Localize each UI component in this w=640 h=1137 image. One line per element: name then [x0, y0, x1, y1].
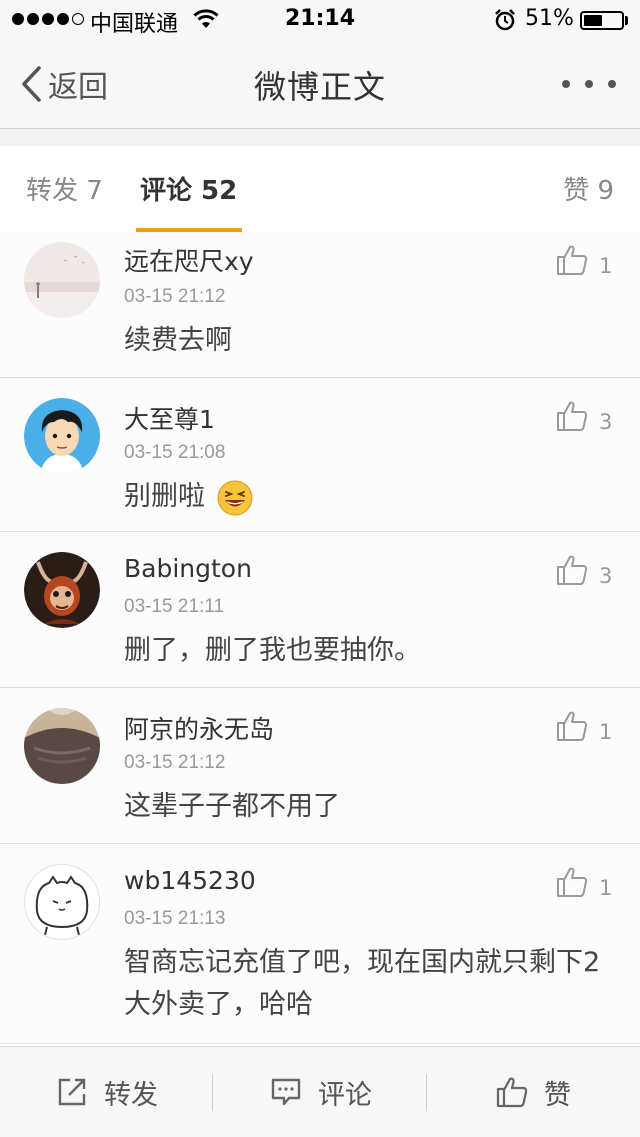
comment-time: 03-15 21:11 — [124, 596, 225, 617]
comment-text-content: 别删啦 — [124, 481, 205, 512]
more-dot-icon — [608, 80, 616, 88]
tab-repost[interactable]: 转发 7 — [26, 170, 103, 207]
comment-button[interactable]: 评论 — [270, 1047, 372, 1137]
share-icon — [58, 1078, 86, 1106]
thumbs-up-icon — [557, 867, 588, 897]
comment-bubble-icon — [271, 1078, 301, 1106]
toolbar-divider — [212, 1074, 213, 1111]
back-button[interactable]: 返回 — [20, 60, 108, 108]
comment-text: 这辈子子都不用了 — [124, 791, 340, 822]
comment-text: 智商忘记充值了吧，现在国内就只剩下2大外卖了，哈哈 — [124, 947, 601, 1020]
comment-like-button[interactable]: 1 — [556, 244, 620, 284]
chevron-left-icon — [22, 66, 41, 102]
repost-button[interactable]: 转发 — [56, 1047, 158, 1137]
comment-like-button[interactable]: 1 — [556, 866, 620, 906]
avatar[interactable] — [24, 242, 100, 318]
comment-like-count: 1 — [599, 876, 613, 900]
comment-text: 别删啦 — [124, 476, 610, 518]
comment-item[interactable]: 大至尊1 03-15 21:08 别删啦 3 — [0, 378, 640, 532]
comment-list: 远在咫尺xy 03-15 21:12 续费去啊 1 大至尊1 03-15 21:… — [0, 232, 640, 1044]
like-label: 赞 — [544, 1079, 571, 1111]
comment-username[interactable]: wb145230 — [124, 866, 256, 895]
comment-time: 03-15 21:12 — [124, 752, 226, 773]
repost-label: 转发 — [104, 1079, 158, 1111]
more-dot-icon — [562, 80, 570, 88]
comment-like-count: 1 — [599, 720, 613, 744]
thumbs-up-icon — [557, 555, 588, 585]
alarm-clock-icon — [494, 9, 516, 35]
navigation-bar: 返回 微博正文 — [0, 40, 640, 129]
status-bar: 中国联通 21:14 51% — [0, 0, 640, 40]
tab-bar: 转发 7 评论 52 赞 9 — [0, 146, 640, 233]
comment-time: 03-15 21:08 — [124, 442, 226, 463]
avatar[interactable] — [24, 398, 100, 474]
more-dot-icon — [585, 80, 593, 88]
comment-username[interactable]: 大至尊1 — [124, 400, 215, 436]
comment-item[interactable]: Babington 03-15 21:11 删了，删了我也要抽你。 3 — [0, 532, 640, 688]
comment-like-button[interactable]: 1 — [556, 710, 620, 750]
thumbs-up-icon — [496, 1077, 528, 1108]
section-divider — [0, 129, 640, 146]
battery-percentage: 51% — [525, 6, 574, 31]
comment-like-count: 1 — [599, 254, 613, 278]
like-button[interactable]: 赞 — [496, 1047, 571, 1137]
comment-time: 03-15 21:13 — [124, 908, 226, 929]
comment-username[interactable]: Babington — [124, 554, 252, 583]
comment-like-count: 3 — [599, 410, 613, 434]
comment-time: 03-15 21:12 — [124, 286, 226, 307]
avatar[interactable] — [24, 552, 100, 628]
comment-item[interactable]: 远在咫尺xy 03-15 21:12 续费去啊 1 — [0, 232, 640, 378]
battery-tip — [625, 16, 628, 25]
comment-like-count: 3 — [599, 564, 613, 588]
bottom-toolbar: 转发 评论 赞 — [0, 1046, 640, 1137]
more-options-button[interactable] — [562, 70, 616, 98]
comment-username[interactable]: 远在咫尺xy — [124, 242, 254, 278]
toolbar-divider — [426, 1074, 427, 1111]
thumbs-up-icon — [557, 401, 588, 431]
comment-text: 删了，删了我也要抽你。 — [124, 635, 421, 666]
avatar[interactable] — [24, 864, 100, 940]
comment-like-button[interactable]: 3 — [556, 554, 620, 594]
back-label: 返回 — [48, 70, 108, 105]
laughing-emoji-icon — [217, 480, 253, 515]
comment-username[interactable]: 阿京的永无岛 — [124, 710, 274, 746]
comment-item[interactable]: wb145230 03-15 21:13 智商忘记充值了吧，现在国内就只剩下2大… — [0, 844, 640, 1044]
tab-comment[interactable]: 评论 52 — [140, 170, 237, 207]
comment-like-button[interactable]: 3 — [556, 400, 620, 440]
tab-like[interactable]: 赞 9 — [563, 170, 614, 207]
avatar[interactable] — [24, 708, 100, 784]
comment-text: 续费去啊 — [124, 325, 232, 356]
thumbs-up-icon — [557, 245, 588, 275]
comment-label: 评论 — [318, 1079, 372, 1111]
comment-item[interactable]: 阿京的永无岛 03-15 21:12 这辈子子都不用了 1 — [0, 688, 640, 844]
thumbs-up-icon — [557, 711, 588, 741]
battery-icon — [580, 11, 624, 30]
